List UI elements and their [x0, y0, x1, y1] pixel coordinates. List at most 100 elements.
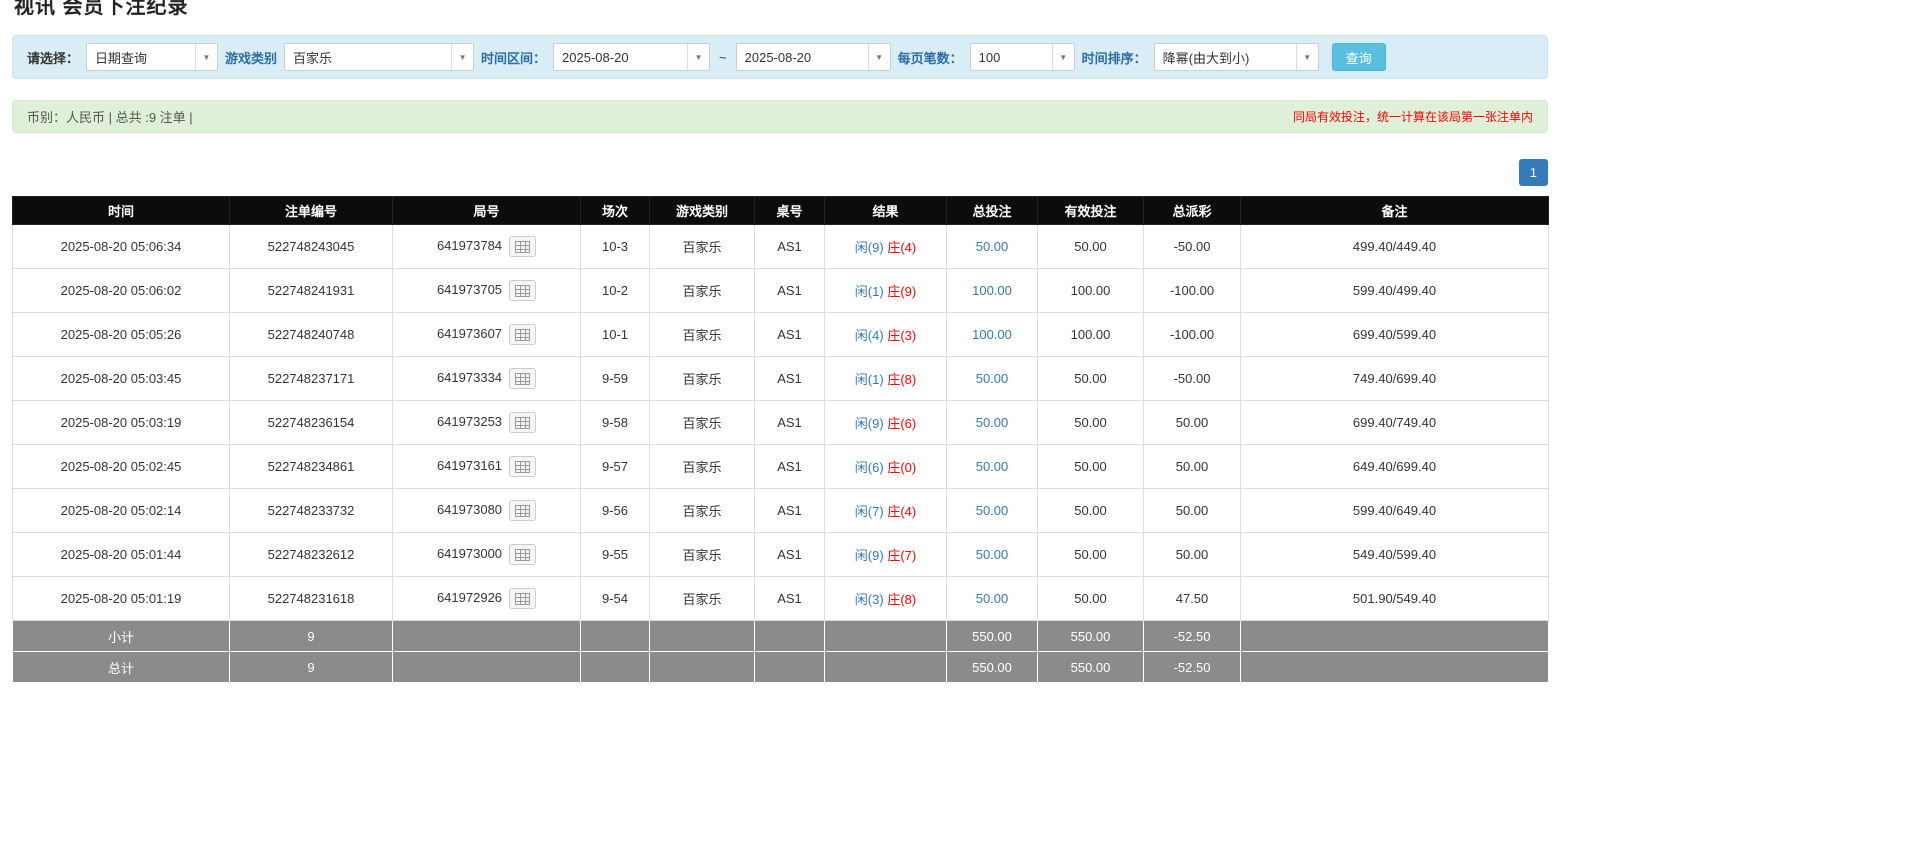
roadmap-icon-button[interactable]: [509, 236, 536, 257]
sort-value: 降幂(由大到小): [1155, 44, 1296, 70]
chevron-down-icon[interactable]: ▼: [1052, 44, 1074, 70]
row-game: 百家乐: [650, 577, 755, 621]
row-result: 闲(7) 庄(4): [825, 489, 947, 533]
query-button[interactable]: 查询: [1332, 43, 1386, 71]
row-payout: -100.00: [1144, 269, 1241, 313]
row-round: 641973161: [393, 445, 581, 489]
row-session: 9-55: [581, 533, 650, 577]
per-page-label: 每页笔数：: [898, 48, 963, 67]
subtotal-total-bet: 550.00: [947, 621, 1038, 652]
page-title: 视讯 会员下注纪录: [14, 0, 189, 16]
total-bet-link[interactable]: 50.00: [976, 371, 1009, 386]
result-banker: 庄(6): [887, 416, 916, 431]
col-valid-bet: 有效投注: [1038, 197, 1144, 225]
chevron-down-icon[interactable]: ▼: [195, 44, 217, 70]
row-total-bet: 50.00: [947, 533, 1038, 577]
per-page-value: 100: [971, 44, 1052, 70]
row-total-bet: 50.00: [947, 577, 1038, 621]
result-banker: 庄(9): [887, 284, 916, 299]
total-bet-link[interactable]: 50.00: [976, 459, 1009, 474]
chevron-down-icon[interactable]: ▼: [687, 44, 709, 70]
row-valid-bet: 100.00: [1038, 313, 1144, 357]
round-number: 641973334: [437, 370, 502, 385]
roadmap-icon-button[interactable]: [509, 368, 536, 389]
total-bet-link[interactable]: 50.00: [976, 591, 1009, 606]
row-valid-bet: 50.00: [1038, 357, 1144, 401]
roadmap-icon-button[interactable]: [509, 588, 536, 609]
roadmap-icon: [515, 549, 530, 561]
result-banker: 庄(7): [887, 548, 916, 563]
row-time: 2025-08-20 05:03:19: [13, 401, 230, 445]
table-body: 2025-08-20 05:06:34 522748243045 6419737…: [13, 225, 1549, 621]
roadmap-icon: [515, 461, 530, 473]
select-label: 请选择：: [27, 48, 79, 67]
roadmap-icon-button[interactable]: [509, 456, 536, 477]
row-session: 9-54: [581, 577, 650, 621]
row-table-no: AS1: [755, 357, 825, 401]
pagination: 1: [12, 159, 1548, 186]
row-total-bet: 50.00: [947, 357, 1038, 401]
result-banker: 庄(3): [887, 328, 916, 343]
summary-info: 币别：人民币 | 总共 :9 注单 |: [27, 107, 193, 126]
page-container: 视讯 会员下注纪录 请选择： 日期查询 ▼ 游戏类别 百家乐 ▼ 时间区间： 2…: [12, 0, 1548, 683]
row-bet-id: 522748241931: [230, 269, 393, 313]
total-bet-link[interactable]: 100.00: [972, 283, 1012, 298]
game-type-label: 游戏类别: [225, 48, 277, 67]
date-range-label: 时间区间：: [481, 48, 546, 67]
total-bet-link[interactable]: 100.00: [972, 327, 1012, 342]
row-remark: 699.40/749.40: [1241, 401, 1549, 445]
date-to-select[interactable]: 2025-08-20 ▼: [736, 43, 891, 71]
total-bet-link[interactable]: 50.00: [976, 415, 1009, 430]
roadmap-icon-button[interactable]: [509, 280, 536, 301]
row-result: 闲(9) 庄(7): [825, 533, 947, 577]
row-time: 2025-08-20 05:02:14: [13, 489, 230, 533]
roadmap-icon-button[interactable]: [509, 500, 536, 521]
row-session: 9-57: [581, 445, 650, 489]
total-bet-link[interactable]: 50.00: [976, 503, 1009, 518]
chevron-down-icon[interactable]: ▼: [451, 44, 473, 70]
roadmap-icon: [515, 285, 530, 297]
total-payout: -52.50: [1144, 652, 1241, 683]
query-type-select[interactable]: 日期查询 ▼: [86, 43, 218, 71]
date-to-value: 2025-08-20: [737, 44, 868, 70]
summary-bar: 币别：人民币 | 总共 :9 注单 | 同局有效投注，统一计算在该局第一张注单内: [12, 100, 1548, 133]
row-round: 641973334: [393, 357, 581, 401]
roadmap-icon-button[interactable]: [509, 412, 536, 433]
sort-select[interactable]: 降幂(由大到小) ▼: [1154, 43, 1319, 71]
row-session: 9-56: [581, 489, 650, 533]
result-player: 闲(1): [855, 284, 884, 299]
row-payout: 50.00: [1144, 533, 1241, 577]
row-session: 10-1: [581, 313, 650, 357]
date-from-select[interactable]: 2025-08-20 ▼: [553, 43, 710, 71]
row-total-bet: 100.00: [947, 269, 1038, 313]
total-bet-link[interactable]: 50.00: [976, 239, 1009, 254]
chevron-down-icon[interactable]: ▼: [1296, 44, 1318, 70]
row-bet-id: 522748234861: [230, 445, 393, 489]
round-number: 641973000: [437, 546, 502, 561]
row-payout: 50.00: [1144, 489, 1241, 533]
row-round: 641973705: [393, 269, 581, 313]
row-result: 闲(6) 庄(0): [825, 445, 947, 489]
row-valid-bet: 50.00: [1038, 225, 1144, 269]
row-round: 641973607: [393, 313, 581, 357]
page-button-1[interactable]: 1: [1519, 159, 1548, 186]
round-number: 641973705: [437, 282, 502, 297]
table-row: 2025-08-20 05:01:44 522748232612 6419730…: [13, 533, 1549, 577]
row-payout: -100.00: [1144, 313, 1241, 357]
result-player: 闲(4): [855, 328, 884, 343]
total-bet-link[interactable]: 50.00: [976, 547, 1009, 562]
roadmap-icon-button[interactable]: [509, 544, 536, 565]
row-result: 闲(3) 庄(8): [825, 577, 947, 621]
result-banker: 庄(8): [887, 592, 916, 607]
chevron-down-icon[interactable]: ▼: [868, 44, 890, 70]
round-number: 641973253: [437, 414, 502, 429]
game-type-select[interactable]: 百家乐 ▼: [284, 43, 474, 71]
row-remark: 599.40/649.40: [1241, 489, 1549, 533]
row-remark: 749.40/699.40: [1241, 357, 1549, 401]
row-bet-id: 522748240748: [230, 313, 393, 357]
result-banker: 庄(0): [887, 460, 916, 475]
row-remark: 599.40/499.40: [1241, 269, 1549, 313]
roadmap-icon-button[interactable]: [509, 324, 536, 345]
per-page-select[interactable]: 100 ▼: [970, 43, 1075, 71]
row-time: 2025-08-20 05:06:34: [13, 225, 230, 269]
